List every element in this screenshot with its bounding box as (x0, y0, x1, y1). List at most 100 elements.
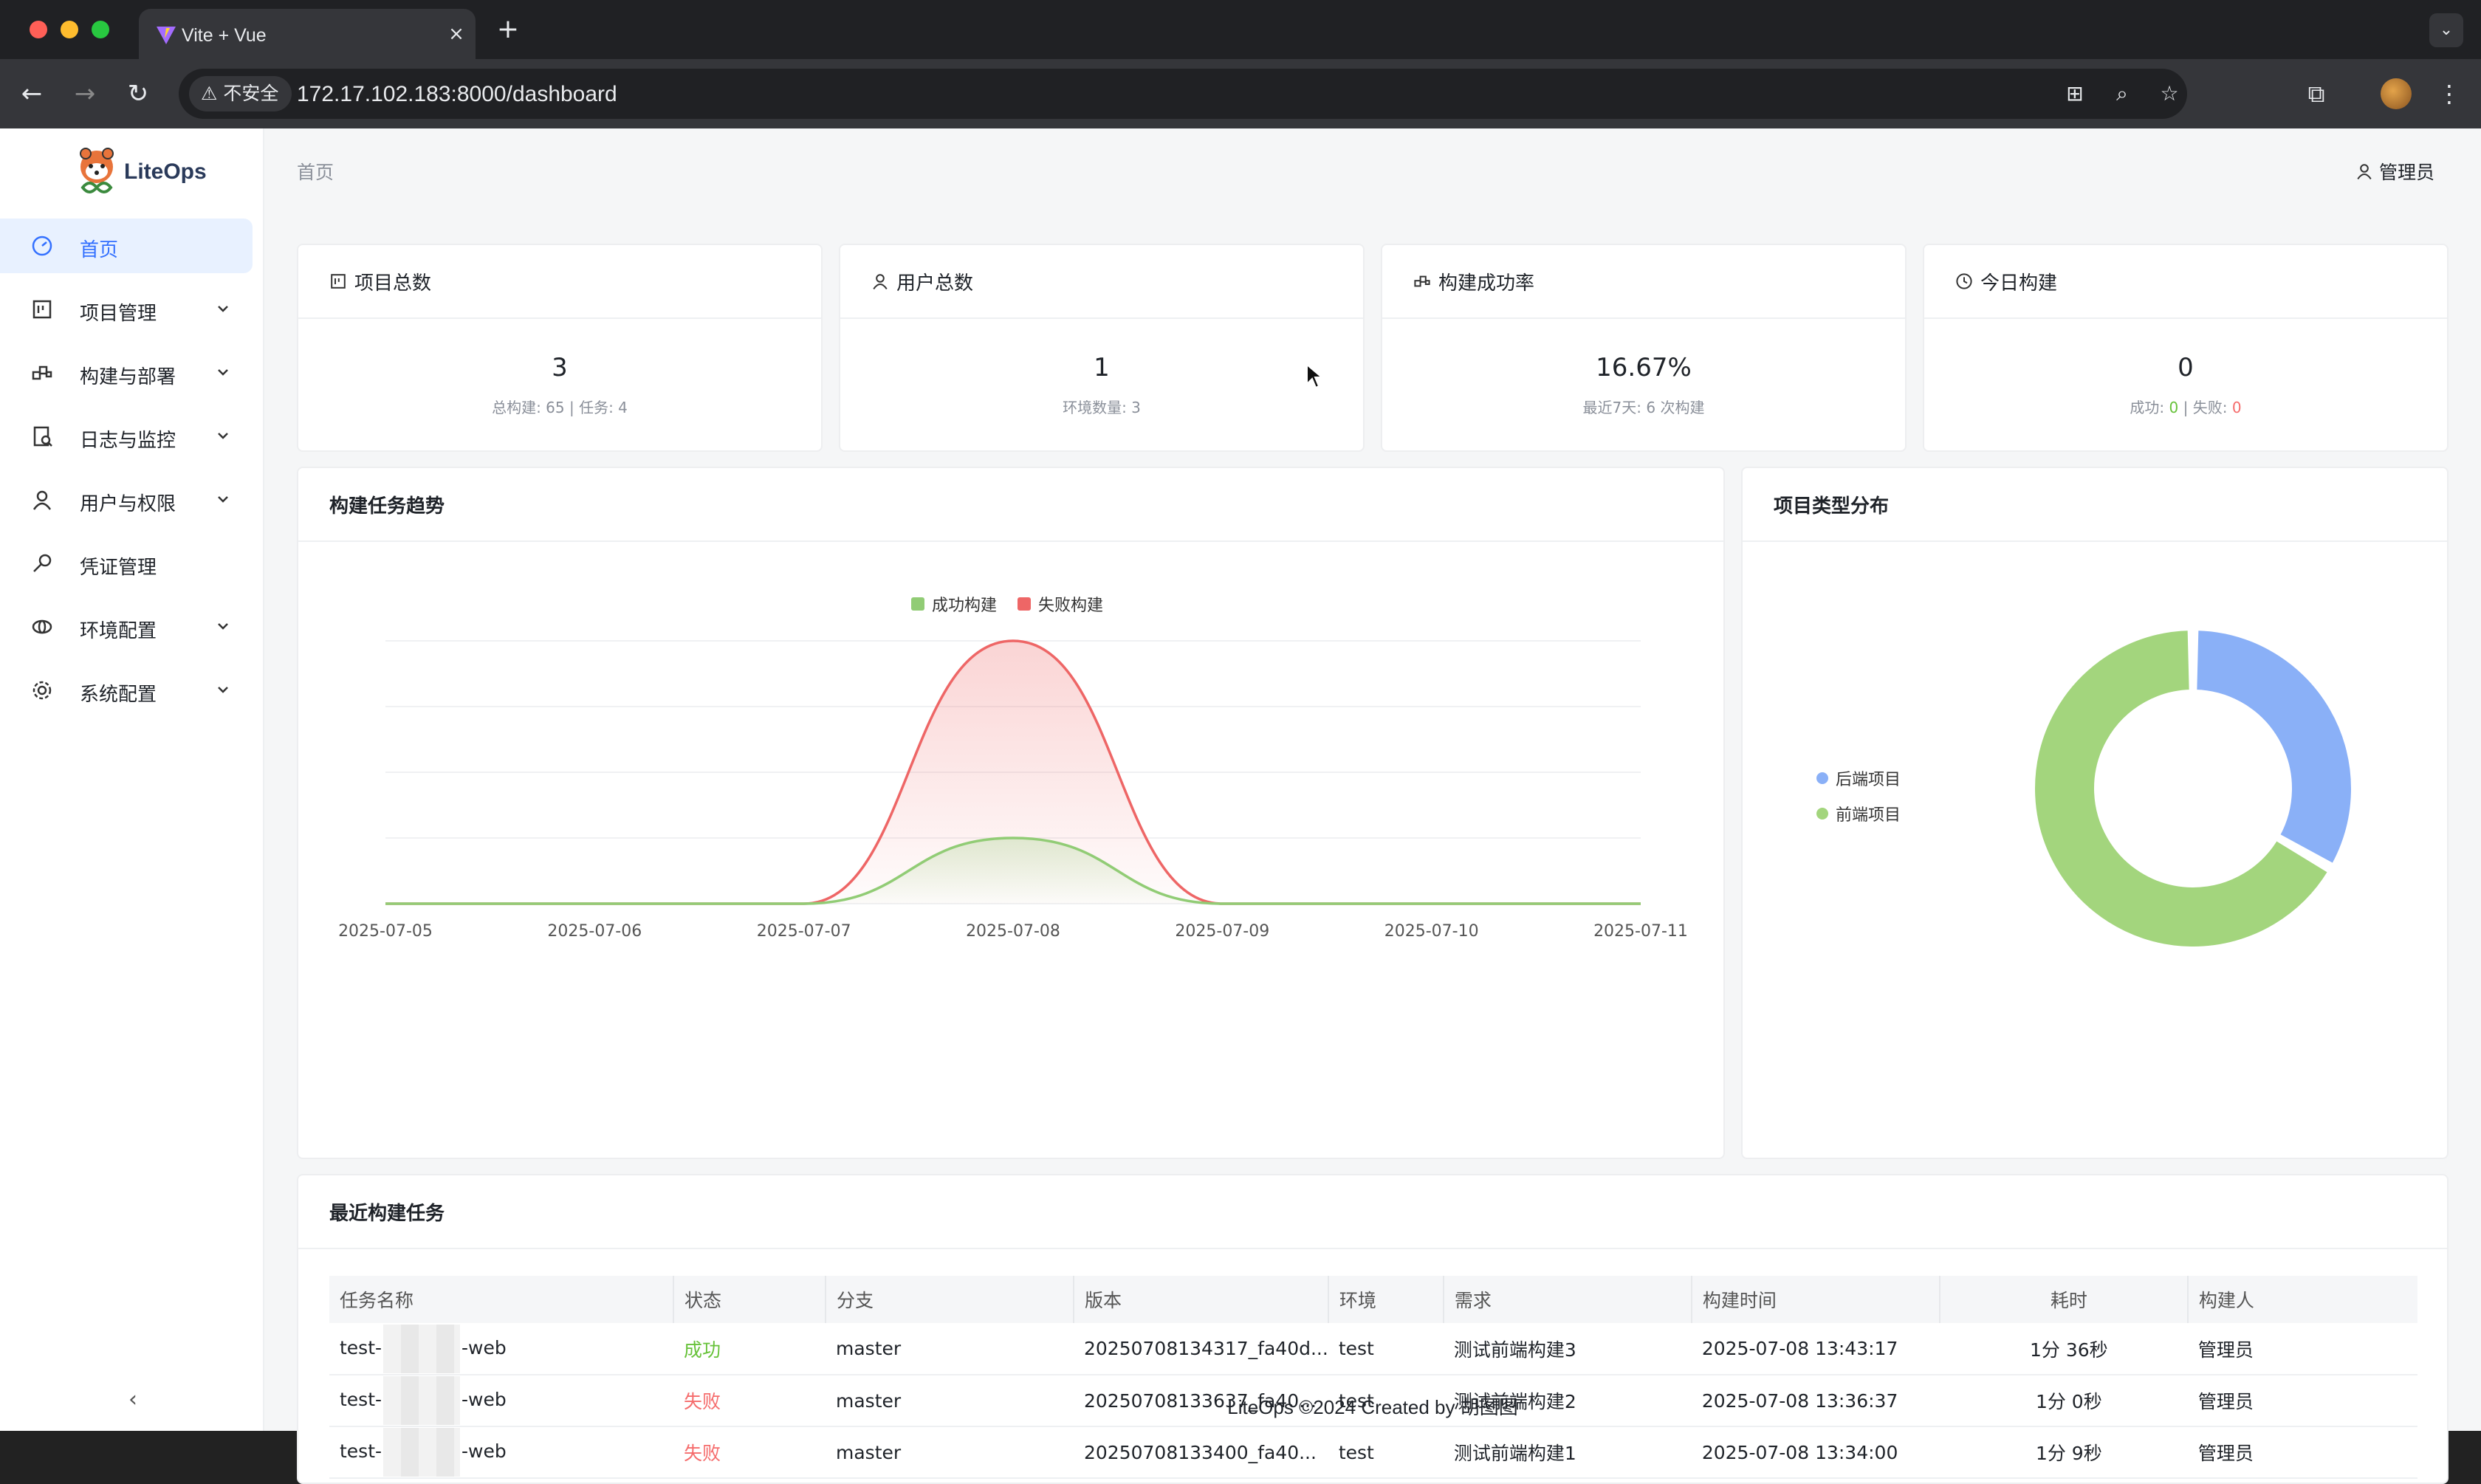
warning-triangle-icon: ⚠ (201, 83, 218, 104)
app-logo[interactable]: LiteOps (74, 146, 207, 198)
sidebar-item-environment[interactable]: 环境配置 (0, 600, 253, 654)
bookmark-star-icon[interactable]: ☆ (2155, 79, 2184, 109)
column-header: 构建人 (2187, 1276, 2417, 1323)
card-header: 项目类型分布 (1743, 468, 2447, 542)
sidebar-item-label: 首页 (80, 239, 119, 261)
sidebar-item-label: 项目管理 (80, 303, 157, 325)
x-tick-label: 2025-07-11 (1593, 922, 1688, 941)
donut-slice-0[interactable] (2194, 628, 2354, 868)
card-header: 构建成功率 (1382, 245, 1905, 319)
settings-icon (32, 681, 52, 700)
x-tick-label: 2025-07-08 (966, 922, 1060, 941)
table-row[interactable]: test- -web 失败 master 20250708133400_fa40... t… (329, 1426, 2417, 1479)
user-name: 管理员 (2379, 162, 2435, 183)
table-header-row: 任务名称 状态 分支 版本 环境 需求 构建时间 耗时 构建人 (329, 1276, 2417, 1323)
task-name-cell[interactable]: test- -web (329, 1323, 673, 1375)
sidebar-item-projects[interactable]: 项目管理 (0, 282, 253, 337)
stat-card-users: 用户总数 1 环境数量: 3 (839, 244, 1365, 452)
sidebar: LiteOps 首页 项目管理 构建与部署 日志与监控 用户与权限 凭证管理 环… (0, 128, 264, 1431)
page-header: 首页 管理员 (264, 128, 2481, 213)
card-header: 构建任务趋势 (298, 468, 1723, 542)
tab-search-chevron-icon[interactable]: ⌄ (2429, 13, 2463, 47)
url-text[interactable]: 172.17.102.183:8000/dashboard (297, 82, 617, 107)
recent-builds-table: 任务名称 状态 分支 版本 环境 需求 构建时间 耗时 构建人 test- -we… (329, 1276, 2417, 1479)
sidebar-item-logs-monitoring[interactable]: 日志与监控 (0, 409, 253, 464)
sidebar-item-system-settings[interactable]: 系统配置 (0, 663, 253, 718)
chevron-down-icon (218, 687, 228, 693)
user-menu[interactable]: 管理员 (2355, 158, 2434, 185)
legend-label-success[interactable]: 成功构建 (932, 592, 997, 616)
security-warning-chip[interactable]: ⚠ 不安全 (189, 76, 292, 111)
duration-cell: 1分 36秒 (1939, 1323, 2188, 1375)
translate-icon[interactable]: ⊞ (2060, 79, 2090, 109)
browser-tab-active[interactable]: Vite + Vue × (139, 9, 476, 59)
stat-subtext: 成功: 0 | 失败: 0 (1924, 396, 2447, 417)
sidebar-item-label: 构建与部署 (80, 366, 176, 388)
environment-cell: test (1328, 1323, 1444, 1375)
page-footer: LiteOps ©2024 Created by 胡图图 (1227, 1396, 1518, 1418)
redacted-block (383, 1428, 461, 1477)
clock-icon (1956, 273, 1972, 289)
project-type-donut-chart[interactable] (2008, 604, 2378, 973)
status-text: 成功 (684, 1339, 721, 1361)
task-name-cell[interactable]: test- -web (329, 1426, 673, 1479)
project-icon (331, 274, 346, 289)
x-tick-label: 2025-07-10 (1384, 922, 1479, 941)
column-header: 任务名称 (329, 1276, 674, 1323)
red-panda-logo-icon (80, 148, 114, 193)
card-title: 构建任务趋势 (329, 495, 445, 518)
stat-value: 16.67% (1596, 353, 1692, 382)
zoom-icon[interactable]: ⌕ (2107, 79, 2137, 109)
address-bar[interactable]: ⚠ 不安全 172.17.102.183:8000/dashboard ⊞ ⌕ … (179, 69, 2187, 119)
window-minimize-button[interactable] (61, 21, 78, 38)
card-title: 项目总数 (354, 272, 432, 295)
profile-avatar[interactable] (2381, 78, 2412, 109)
task-name-suffix: -web (461, 1440, 507, 1462)
project-type-card: 项目类型分布 后端项目 前端项目 (1741, 467, 2449, 1159)
breadcrumb[interactable]: 首页 (297, 158, 334, 185)
stat-subtext: 环境数量: 3 (1063, 399, 1141, 416)
browser-menu-icon[interactable]: ⋮ (2431, 75, 2468, 112)
recent-builds-card: 最近构建任务 任务名称 状态 分支 版本 环境 需求 构建时间 耗时 构建人 t… (297, 1174, 2449, 1484)
table-row[interactable]: test- -web 成功 master 20250708134317_fa40d...… (329, 1323, 2417, 1375)
sidebar-item-home[interactable]: 首页 (0, 219, 253, 273)
sidebar-item-label: 日志与监控 (80, 430, 176, 452)
pie-legend-item[interactable]: 前端项目 (1816, 802, 1901, 825)
legend-label-fail[interactable]: 失败构建 (1038, 592, 1103, 616)
legend-dot-backend (1816, 772, 1828, 784)
window-zoom-button[interactable] (92, 21, 109, 38)
stat-value: 0 (2178, 353, 2194, 382)
column-header: 状态 (673, 1276, 826, 1323)
sidebar-item-build-deploy[interactable]: 构建与部署 (0, 346, 253, 400)
sidebar-item-users-permissions[interactable]: 用户与权限 (0, 473, 253, 527)
card-title: 今日构建 (1980, 272, 2058, 295)
window-close-button[interactable] (30, 21, 47, 38)
back-arrow-icon[interactable]: ← (13, 75, 50, 112)
stat-subtext: 最近7天: 6 次构建 (1582, 399, 1705, 416)
fail-label: | 失败: (2178, 399, 2232, 416)
user-icon (32, 490, 52, 510)
new-tab-button[interactable]: + (493, 16, 523, 46)
trend-chart[interactable]: 2025-07-05 2025-07-06 2025-07-07 2025-07-08… (298, 631, 1723, 1147)
extensions-icon[interactable]: ⧉ (2298, 75, 2335, 112)
forward-arrow-icon[interactable]: → (66, 75, 103, 112)
reload-icon[interactable]: ↻ (120, 75, 157, 112)
column-header: 版本 (1074, 1276, 1329, 1323)
mouse-cursor-icon (1306, 363, 1323, 389)
builder-cell: 管理员 (2187, 1323, 2417, 1375)
project-icon (32, 300, 52, 319)
tab-close-icon[interactable]: × (443, 21, 470, 47)
dashboard-icon (32, 236, 52, 256)
branch-cell: master (826, 1426, 1074, 1479)
sidebar-collapse-button[interactable]: ‹ (118, 1385, 148, 1415)
browser-toolbar: ← → ↻ ⚠ 不安全 172.17.102.183:8000/dashboar… (0, 59, 2481, 128)
pie-legend: 后端项目 前端项目 (1816, 766, 1901, 825)
card-header: 项目总数 (298, 245, 821, 319)
pie-legend-item[interactable]: 后端项目 (1816, 766, 1901, 790)
chevron-down-icon (218, 306, 228, 312)
sidebar-menu: 首页 项目管理 构建与部署 日志与监控 用户与权限 凭证管理 环境配置 系统配置 (0, 219, 263, 726)
success-label: 成功: (2130, 399, 2169, 416)
x-tick-label: 2025-07-07 (757, 922, 851, 941)
sidebar-item-credentials[interactable]: 凭证管理 (0, 536, 253, 591)
column-header: 需求 (1443, 1276, 1692, 1323)
